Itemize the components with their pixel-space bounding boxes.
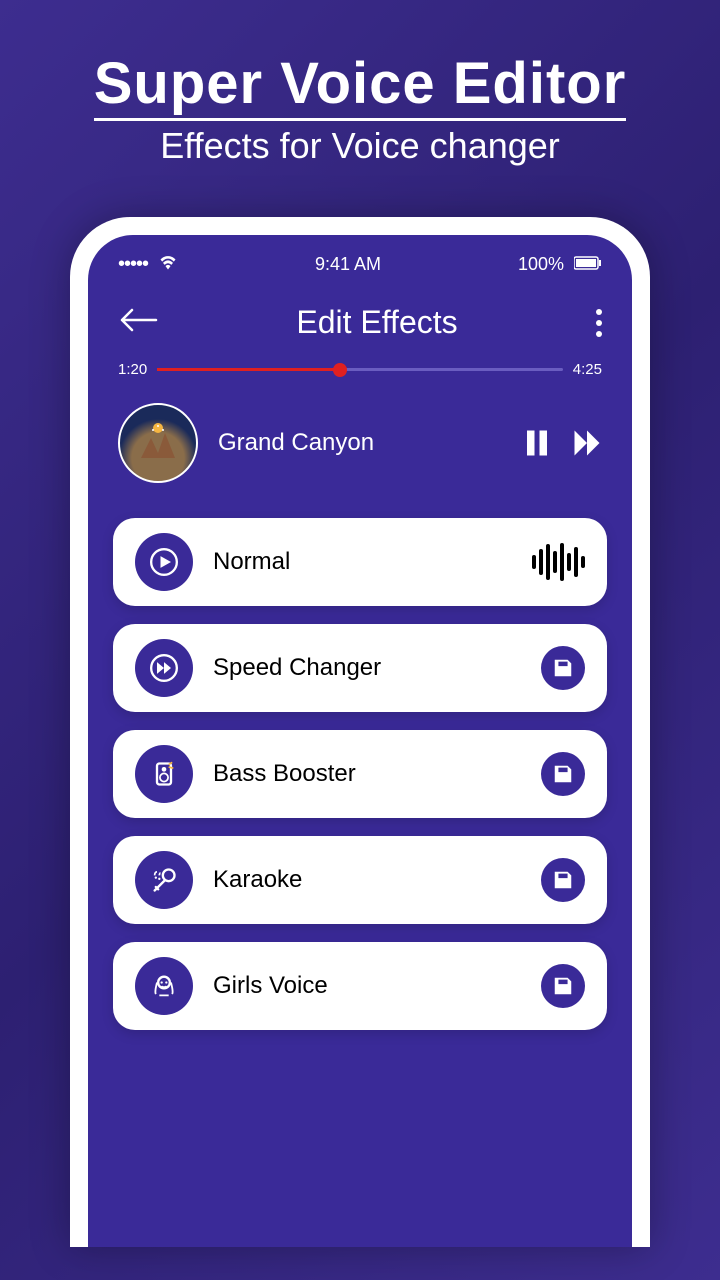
effect-label: Girls Voice	[213, 972, 521, 1000]
girl-icon	[135, 957, 193, 1015]
elapsed-time: 1:20	[118, 361, 147, 378]
seek-bar[interactable]	[157, 368, 563, 371]
next-button[interactable]	[572, 428, 602, 458]
effects-list: Normal Speed Changer Bass Booster	[88, 503, 632, 1030]
menu-button[interactable]	[596, 309, 602, 337]
effect-label: Karaoke	[213, 866, 521, 894]
back-button[interactable]	[118, 305, 158, 340]
wifi-icon	[158, 254, 178, 275]
promo-title: Super Voice Editor	[20, 50, 700, 117]
battery-percent: 100%	[518, 254, 564, 275]
signal-icon: •••••	[118, 253, 148, 276]
speaker-icon	[135, 745, 193, 803]
status-bar: ••••• 9:41 AM 100%	[88, 235, 632, 284]
save-button[interactable]	[541, 858, 585, 902]
microphone-icon	[135, 851, 193, 909]
seek-thumb[interactable]	[333, 363, 347, 377]
play-icon	[135, 533, 193, 591]
phone-screen: ••••• 9:41 AM 100% Edit Effects	[88, 235, 632, 1247]
effect-item-girls[interactable]: Girls Voice	[113, 942, 607, 1030]
promo-subtitle: Effects for Voice changer	[20, 125, 700, 167]
save-button[interactable]	[541, 646, 585, 690]
phone-frame: ••••• 9:41 AM 100% Edit Effects	[70, 217, 650, 1247]
status-time: 9:41 AM	[315, 254, 381, 275]
track-art-icon	[118, 403, 198, 483]
save-button[interactable]	[541, 752, 585, 796]
effect-label: Normal	[213, 548, 512, 576]
total-time: 4:25	[573, 361, 602, 378]
effect-item-speed[interactable]: Speed Changer	[113, 624, 607, 712]
effect-label: Bass Booster	[213, 760, 521, 788]
player-area: 1:20 4:25 Grand Canyon	[88, 361, 632, 503]
effect-item-normal[interactable]: Normal	[113, 518, 607, 606]
effect-label: Speed Changer	[213, 654, 521, 682]
page-title: Edit Effects	[158, 304, 596, 341]
save-button[interactable]	[541, 964, 585, 1008]
app-header: Edit Effects	[88, 284, 632, 361]
promo-header: Super Voice Editor Effects for Voice cha…	[0, 0, 720, 197]
fast-forward-icon	[135, 639, 193, 697]
effect-item-karaoke[interactable]: Karaoke	[113, 836, 607, 924]
track-name: Grand Canyon	[218, 429, 502, 457]
waveform-icon	[532, 542, 585, 582]
battery-icon	[574, 254, 602, 275]
pause-button[interactable]	[522, 428, 552, 458]
effect-item-bass[interactable]: Bass Booster	[113, 730, 607, 818]
